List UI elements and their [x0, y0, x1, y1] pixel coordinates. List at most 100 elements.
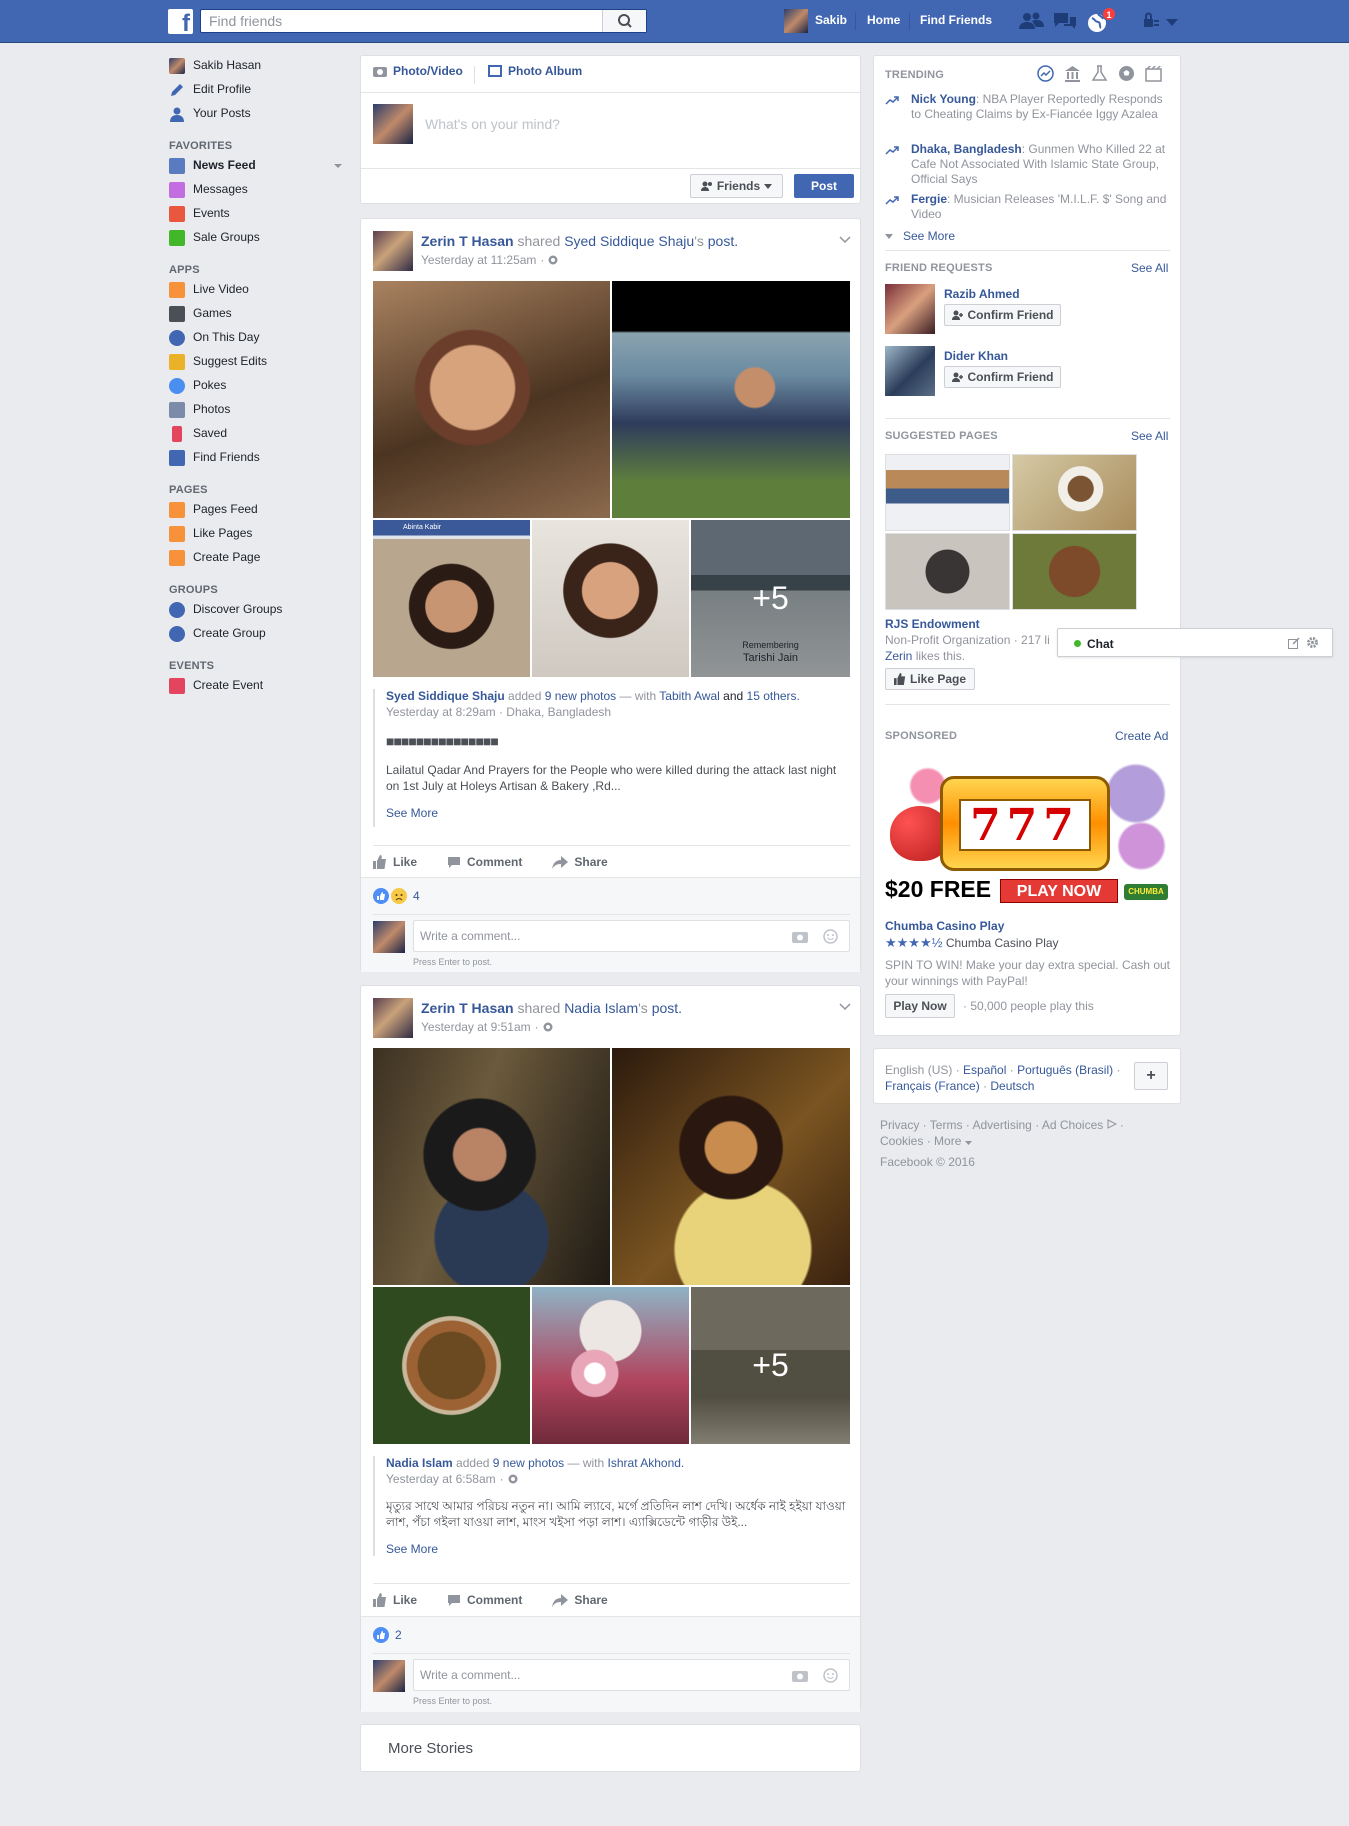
trending-item[interactable]: Nick Young: NBA Player Reportedly Respon… — [885, 92, 1170, 138]
language-link[interactable]: Deutsch — [990, 1079, 1034, 1093]
friend-request-name[interactable]: Dider Khan — [944, 349, 1008, 363]
search-input[interactable] — [201, 10, 601, 32]
friend-request-name[interactable]: Razib Ahmed — [944, 287, 1020, 301]
sidebar-item-live-video[interactable]: Live Video — [169, 280, 345, 304]
sidebar-item-create-event[interactable]: Create Event — [169, 676, 345, 700]
photo-5[interactable]: +5 Remembering Tarishi Jain — [691, 520, 850, 677]
photo-4[interactable] — [532, 1287, 689, 1444]
timestamp-link[interactable]: Yesterday at 11:25am — [421, 253, 536, 267]
comment-input[interactable]: Write a comment... — [413, 1659, 850, 1691]
friend-request-avatar[interactable] — [885, 346, 935, 396]
inner-photos-link[interactable]: 9 new photos — [545, 689, 616, 703]
topbar-profile-link[interactable]: Sakib — [815, 13, 847, 27]
sidebar-item-photos[interactable]: Photos — [169, 400, 345, 424]
photo-2[interactable] — [612, 281, 850, 518]
photo-2[interactable] — [612, 1048, 850, 1285]
chat-bar[interactable]: Chat — [1057, 628, 1333, 657]
create-ad-link[interactable]: Create Ad — [1115, 729, 1168, 743]
gear-icon[interactable] — [1306, 636, 1319, 649]
science-icon[interactable] — [1091, 65, 1108, 82]
language-link[interactable]: Español — [963, 1063, 1006, 1077]
suggested-page-name[interactable]: RJS Endowment — [885, 617, 980, 631]
friend-requests-icon[interactable] — [1018, 11, 1044, 31]
sidebar-item-pokes[interactable]: Pokes — [169, 376, 345, 400]
account-menu-chevron-icon[interactable] — [1166, 16, 1178, 26]
comment-input[interactable]: Write a comment... — [413, 920, 850, 952]
photo-1[interactable] — [373, 1048, 610, 1285]
trending-topic-name[interactable]: Fergie — [911, 192, 947, 206]
comment-button[interactable]: Comment — [447, 1593, 522, 1607]
share-button[interactable]: Share — [552, 1593, 608, 1607]
sidebar-item-edit-profile[interactable]: Edit Profile — [169, 80, 345, 104]
language-link[interactable]: Português (Brasil) — [1017, 1063, 1113, 1077]
sidebar-item-discover-groups[interactable]: Discover Groups — [169, 600, 345, 624]
inner-others-link[interactable]: 15 others. — [747, 689, 800, 703]
ad-image[interactable]: 777 $20 FREE PLAY NOW CHUMBA — [885, 756, 1170, 906]
post-button[interactable]: Post — [794, 174, 854, 198]
camera-icon[interactable] — [792, 930, 808, 943]
inner-photos-link[interactable]: 9 new photos — [493, 1456, 564, 1470]
source-post-link[interactable]: post. — [652, 1000, 682, 1016]
news-feed-options-chevron-icon[interactable] — [334, 164, 342, 168]
footer-link-terms[interactable]: Terms — [930, 1118, 963, 1132]
politics-icon[interactable] — [1064, 65, 1081, 82]
sidebar-item-on-this-day[interactable]: On This Day — [169, 328, 345, 352]
sports-icon[interactable] — [1118, 65, 1135, 82]
footer-link-privacy[interactable]: Privacy — [880, 1118, 919, 1132]
search-button[interactable] — [602, 10, 646, 32]
sidebar-item-games[interactable]: Games — [169, 304, 345, 328]
friend-requests-see-all[interactable]: See All — [1131, 261, 1168, 275]
sidebar-item-events[interactable]: Events — [169, 204, 345, 228]
see-more-link[interactable]: See More — [386, 806, 438, 820]
see-more-link[interactable]: See More — [386, 1542, 438, 1556]
suggested-pages-see-all[interactable]: See All — [1131, 429, 1168, 443]
like-page-button[interactable]: Like Page — [885, 668, 975, 690]
footer-link-more[interactable]: More — [934, 1134, 961, 1148]
photo-5[interactable]: +5 — [691, 1287, 850, 1444]
inner-tag-link[interactable]: Ishrat Akhond. — [608, 1456, 685, 1470]
footer-link-ad-choices[interactable]: Ad Choices — [1042, 1118, 1103, 1132]
audience-selector[interactable]: Friends — [690, 174, 783, 198]
entertainment-icon[interactable] — [1145, 65, 1162, 82]
source-author-link[interactable]: Syed Siddique Shaju — [564, 233, 694, 249]
add-language-button[interactable]: + — [1134, 1062, 1168, 1090]
photo-4[interactable] — [532, 520, 689, 677]
camera-icon[interactable] — [792, 1669, 808, 1682]
source-author-link[interactable]: Nadia Islam — [564, 1000, 638, 1016]
share-button[interactable]: Share — [552, 855, 608, 869]
comment-button[interactable]: Comment — [447, 855, 522, 869]
sidebar-item-create-group[interactable]: Create Group — [169, 624, 345, 648]
sidebar-item-like-pages[interactable]: Like Pages — [169, 524, 345, 548]
author-avatar[interactable] — [373, 998, 413, 1038]
confirm-friend-button[interactable]: Confirm Friend — [944, 366, 1061, 388]
sidebar-item-news-feed[interactable]: News Feed — [169, 156, 345, 180]
trending-item[interactable]: Dhaka, Bangladesh: Gunmen Who Killed 22 … — [885, 142, 1170, 188]
emoji-icon[interactable] — [823, 929, 838, 944]
confirm-friend-button[interactable]: Confirm Friend — [944, 304, 1061, 326]
sidebar-item-pages-feed[interactable]: Pages Feed — [169, 500, 345, 524]
emoji-icon[interactable] — [823, 1668, 838, 1683]
trending-topic-name[interactable]: Dhaka, Bangladesh — [911, 142, 1022, 156]
author-name-link[interactable]: Zerin T Hasan — [421, 1000, 514, 1016]
footer-link-advertising[interactable]: Advertising — [972, 1118, 1031, 1132]
photo-album-tab[interactable]: Photo Album — [488, 64, 582, 78]
photo-3[interactable]: Abinta Kabir — [373, 520, 530, 677]
top-trends-icon[interactable] — [1037, 65, 1054, 82]
new-message-icon[interactable] — [1288, 637, 1300, 649]
timestamp-link[interactable]: Yesterday at 9:51am — [421, 1020, 531, 1034]
topbar-avatar[interactable] — [784, 9, 808, 33]
sidebar-item-create-page[interactable]: Create Page — [169, 548, 345, 572]
inner-author-link[interactable]: Syed Siddique Shaju — [386, 689, 505, 703]
sidebar-item-sakib-hasan[interactable]: Sakib Hasan — [169, 56, 345, 80]
author-avatar[interactable] — [373, 231, 413, 271]
play-now-button[interactable]: Play Now — [885, 994, 955, 1018]
like-button[interactable]: Like — [373, 1593, 417, 1607]
status-input[interactable]: What's on your mind? — [425, 116, 560, 132]
sidebar-item-your-posts[interactable]: Your Posts — [169, 104, 345, 128]
sidebar-item-saved[interactable]: Saved — [169, 424, 345, 448]
topbar-home-link[interactable]: Home — [867, 13, 900, 27]
photo-video-tab[interactable]: Photo/Video — [373, 64, 463, 78]
trending-see-more[interactable]: See More — [885, 229, 955, 243]
facebook-logo[interactable]: f — [168, 9, 193, 34]
source-post-link[interactable]: post. — [708, 233, 738, 249]
